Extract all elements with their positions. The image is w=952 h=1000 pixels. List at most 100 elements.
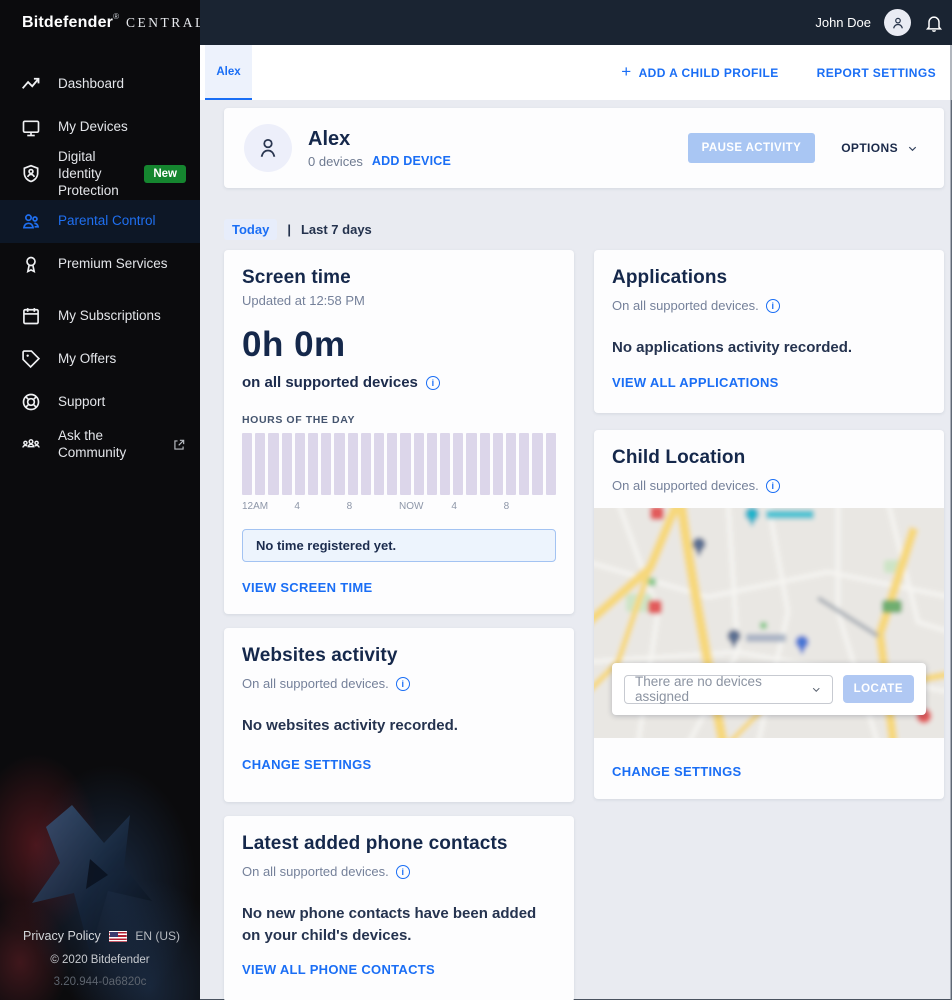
sidebar-item-support[interactable]: Support [0,381,200,424]
copyright: © 2020 Bitdefender [50,954,150,966]
sidebar-item-my-offers[interactable]: My Offers [0,338,200,381]
period-today[interactable]: Today [224,219,278,240]
community-icon [21,435,41,455]
hours-axis: 12AM 4 8 NOW 4 8 [242,501,556,514]
screen-time-total: 0h 0m [242,325,346,364]
pause-activity-button[interactable]: PAUSE ACTIVITY [687,133,816,163]
family-icon [21,211,41,231]
contacts-scope: On all supported devices. [242,864,389,879]
sidebar-item-premium-services[interactable]: Premium Services [0,243,200,286]
hour-bar [532,433,543,495]
calendar-icon [21,306,41,326]
sidebar-item-dashboard[interactable]: Dashboard [0,63,200,106]
sidebar-item-label: My Offers [58,350,117,366]
screen-time-title: Screen time [242,267,351,288]
axis-tick: 8 [503,501,510,512]
axis-tick: 4 [294,501,300,512]
logo-brand: Bitdefender® [22,11,120,31]
location-change-settings-link[interactable]: CHANGE SETTINGS [612,764,741,779]
user-avatar-icon [892,17,903,29]
account-menu[interactable] [884,9,911,36]
no-time-notice: No time registered yet. [242,529,556,562]
activity-icon [21,75,41,95]
sidebar-item-label: Support [58,393,106,409]
language-selector[interactable]: EN (US) [135,929,180,943]
hour-bar [479,433,490,495]
hour-bar [268,433,279,495]
add-device-link[interactable]: ADD DEVICE [372,154,451,168]
phone-contacts-card: Latest added phone contacts On all suppo… [224,816,574,1000]
websites-activity-card: Websites activity On all supported devic… [224,628,574,802]
location-map[interactable]: There are no devices assigned LOCATE [594,508,944,738]
info-icon[interactable]: i [395,864,410,879]
info-icon[interactable]: i [395,676,410,691]
child-location-title: Child Location [612,447,746,468]
axis-tick: 8 [346,501,353,512]
locate-button[interactable]: LOCATE [842,675,914,703]
hour-bar [308,433,319,495]
us-flag-icon[interactable] [109,930,128,942]
hour-bar [242,433,253,495]
child-name: Alex [308,127,351,150]
view-all-applications-link[interactable]: VIEW ALL APPLICATIONS [612,375,779,390]
topnav: John Doe [200,0,952,45]
hours-chart-heading: HOURS OF THE DAY [242,414,356,426]
report-settings-button[interactable]: REPORT SETTINGS [817,66,936,80]
screen-time-scope: on all supported devices [242,374,418,391]
child-location-card: Child Location On all supported devices.… [594,430,944,799]
sidebar-item-label: My Devices [58,119,128,135]
axis-tick: 4 [451,501,457,512]
device-select[interactable]: There are no devices assigned [624,674,833,704]
hour-bar [374,433,385,495]
sidebar-item-ask-the-community[interactable]: Ask the Community [0,424,200,467]
child-location-scope: On all supported devices. [612,478,759,493]
tag-icon [21,349,41,369]
locate-panel: There are no devices assigned LOCATE [612,663,926,715]
child-profile-header: Alex 0 devices ADD DEVICE PAUSE ACTIVITY… [224,108,944,188]
period-toggle: Today | Last 7 days [224,219,944,240]
hour-bar [255,433,266,495]
info-icon[interactable]: i [765,478,780,493]
main-area: Alex + ADD A CHILD PROFILE REPORT SETTIN… [200,45,952,1000]
contacts-title: Latest added phone contacts [242,833,508,854]
sidebar-item-parental-control[interactable]: Parental Control [0,199,200,243]
sidebar-item-my-subscriptions[interactable]: My Subscriptions [0,295,200,338]
tab-child-alex[interactable]: Alex [205,45,252,100]
sidebar-footer: Privacy Policy EN (US) © 2020 Bitdefende… [0,929,200,1000]
hour-bar [519,433,530,495]
period-divider: | [287,222,291,237]
websites-change-settings-link[interactable]: CHANGE SETTINGS [242,757,371,772]
bitdefender-central-window: Bitdefender® CENTRAL John Doe Dashboard M… [0,0,952,1000]
logo-central: CENTRAL [126,14,206,30]
hour-bar [506,433,517,495]
sidebar-item-digital-identity-protection[interactable]: Digital Identity Protection New [0,149,200,200]
add-child-profile-button[interactable]: + ADD A CHILD PROFILE [621,63,778,81]
info-icon[interactable]: i [425,375,440,390]
child-tabbar: Alex + ADD A CHILD PROFILE REPORT SETTIN… [200,45,952,100]
bitdefender-logo[interactable]: Bitdefender® CENTRAL [0,0,203,45]
period-last7days[interactable]: Last 7 days [301,222,372,237]
hour-bar [413,433,424,495]
screen-time-updated: Updated at 12:58 PM [242,293,365,308]
axis-tick: NOW [399,501,424,512]
hour-bar [426,433,438,495]
info-icon[interactable]: i [765,298,780,313]
notifications-bell-icon[interactable] [924,13,944,33]
sidebar-item-label: My Subscriptions [58,307,161,323]
options-dropdown[interactable]: OPTIONS [841,141,918,155]
sidebar-item-my-devices[interactable]: My Devices [0,106,200,149]
sidebar-item-label: Premium Services [58,255,168,271]
contacts-empty-text: No new phone contacts have been added on… [242,905,537,944]
hour-bar [466,433,477,495]
hour-bar [492,433,504,495]
axis-tick: 12AM [242,501,269,512]
app-version: 3.20.944-0a6820c [53,976,147,988]
sidebar-item-label: Digital Identity Protection [58,149,119,198]
privacy-policy-link[interactable]: Privacy Policy [23,929,101,943]
chevron-down-icon [908,146,917,151]
applications-title: Applications [612,267,728,288]
hour-bar [453,433,464,495]
view-all-phone-contacts-link[interactable]: VIEW ALL PHONE CONTACTS [242,962,435,977]
view-screen-time-link[interactable]: VIEW SCREEN TIME [242,580,372,595]
hour-bar [440,433,451,495]
